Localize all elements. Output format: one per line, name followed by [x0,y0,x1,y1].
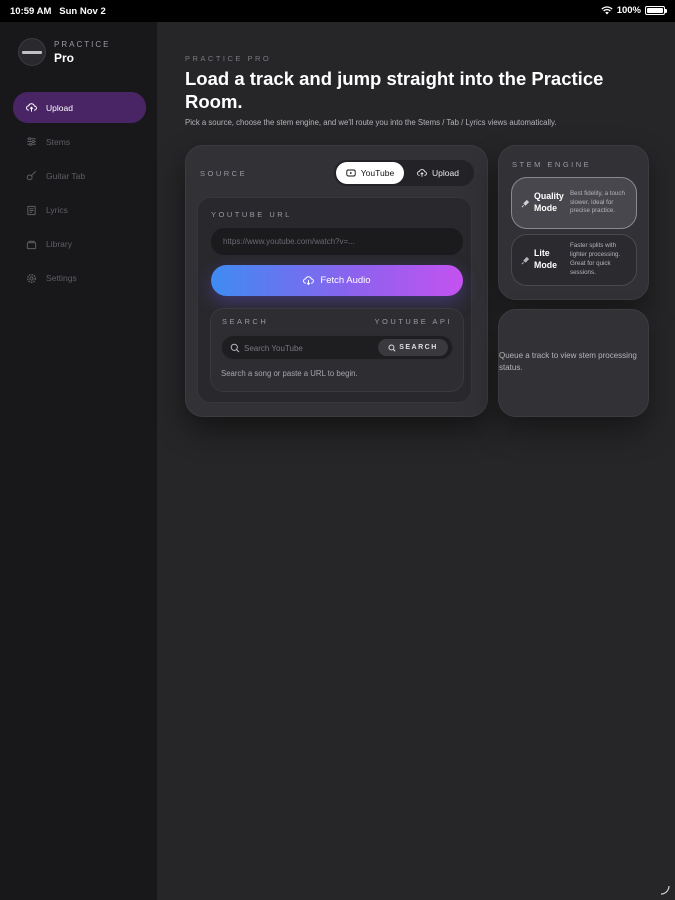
stem-engine-card: STEM ENGINE Quality Mode Best fidelity, … [498,145,649,300]
source-card: SOURCE YouTube Upload YOUTUBE URL Fetch … [185,145,488,417]
wifi-icon [601,6,613,15]
sidebar-item-lyrics[interactable]: Lyrics [13,195,146,226]
search-field: SEARCH [221,335,453,360]
sidebar-item-label: Lyrics [46,205,68,216]
sidebar-item-label: Library [46,239,72,250]
gear-icon [25,272,37,284]
lite-mode-option[interactable]: Lite Mode Faster splits with lighter pro… [511,234,637,286]
microphone-icon [521,199,530,207]
sidebar: PRACTICE Pro Upload Stems Guitar Tab Lyr… [0,22,157,900]
page-title: Load a track and jump straight into the … [185,68,604,113]
tab-youtube-label: YouTube [360,168,395,178]
sidebar-item-guitar-tab[interactable]: Guitar Tab [13,160,146,191]
source-toggle: YouTube Upload [334,160,474,186]
brand-eyebrow: PRACTICE [54,39,111,49]
sidebar-item-label: Upload [46,102,73,113]
youtube-url-label: YOUTUBE URL [211,210,292,219]
search-input[interactable] [244,340,372,356]
search-icon [388,343,396,352]
quality-mode-description: Best fidelity, a touch slower. Ideal for… [570,189,625,215]
sidebar-item-upload[interactable]: Upload [13,92,146,123]
processing-status-text: Queue a track to view stem processing st… [499,351,637,373]
lite-mode-description: Faster splits with lighter processing. G… [570,242,621,276]
search-button-label: SEARCH [399,344,438,351]
lite-mode-name: Lite Mode [534,248,557,270]
upload-cloud-icon [25,102,37,114]
sidebar-item-library[interactable]: Library [13,229,146,260]
status-right: 100% [601,5,667,16]
sidebar-nav: Upload Stems Guitar Tab Lyrics Library S… [13,92,146,297]
sliders-icon [25,136,37,148]
page-subtitle: Pick a source, choose the stem engine, a… [185,118,557,127]
battery-icon [645,6,667,15]
resize-handle-icon [660,885,670,895]
youtube-panel: YOUTUBE URL Fetch Audio SEARCH YOUTUBE A… [197,197,472,403]
search-panel: SEARCH YOUTUBE API SEARCH Search a song … [210,308,464,392]
quality-mode-option[interactable]: Quality Mode Best fidelity, a touch slow… [511,177,637,229]
fetch-audio-button[interactable]: Fetch Audio [211,265,463,296]
youtube-url-input[interactable] [211,228,463,255]
battery-percent: 100% [616,5,641,16]
sidebar-item-label: Stems [46,136,71,147]
quality-mode-name: Quality Mode [534,191,564,213]
search-button[interactable]: SEARCH [378,339,448,356]
sidebar-item-settings[interactable]: Settings [13,263,146,294]
main-content: PRACTICE PRO Load a track and jump strai… [157,22,675,900]
status-time: 10:59 AM Sun Nov 2 [10,6,106,17]
upload-cloud-icon [417,169,427,177]
processing-status-card: Queue a track to view stem processing st… [498,309,649,417]
youtube-icon [346,169,356,177]
guitar-icon [25,170,37,182]
search-hint: Search a song or paste a URL to begin. [221,369,358,378]
brand[interactable]: PRACTICE Pro [18,38,110,66]
search-icon [230,343,240,353]
fetch-audio-label: Fetch Audio [320,275,371,286]
youtube-api-label: YOUTUBE API [374,317,452,326]
tab-youtube[interactable]: YouTube [336,162,404,184]
library-icon [25,238,37,250]
tab-upload-label: Upload [432,168,459,178]
sidebar-item-label: Guitar Tab [46,170,86,181]
brand-name: Pro [54,50,75,65]
microphone-icon [521,256,530,264]
download-cloud-icon [303,276,315,286]
lyrics-icon [25,204,37,216]
search-label: SEARCH [222,317,269,326]
stem-engine-label: STEM ENGINE [512,160,592,169]
page-eyebrow: PRACTICE PRO [185,54,272,63]
sidebar-item-stems[interactable]: Stems [13,126,146,157]
sidebar-item-label: Settings [46,273,77,284]
status-bar: 10:59 AM Sun Nov 2 100% [0,0,675,22]
brand-logo-icon [18,38,46,66]
tab-upload[interactable]: Upload [404,162,472,184]
source-label: SOURCE [200,169,248,178]
